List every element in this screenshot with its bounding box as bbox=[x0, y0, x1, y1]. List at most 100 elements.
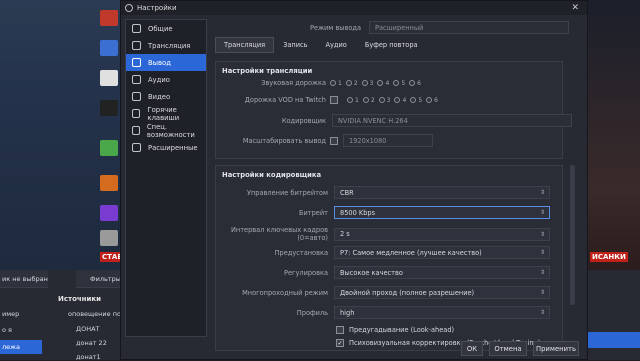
settings-main: Режим вывода Расширенный Трансляция Запи… bbox=[211, 15, 583, 359]
sidebar-item-general[interactable]: Общие bbox=[126, 20, 206, 37]
desktop-icon[interactable] bbox=[100, 10, 118, 26]
encoder-settings-group: Настройки кодировщика Управление битрейт… bbox=[215, 165, 563, 351]
tuning-row: Регулировка Высокое качество ⇕ bbox=[216, 266, 550, 279]
desktop-icon[interactable] bbox=[100, 100, 118, 116]
spin-arrows-icon[interactable]: ⇕ bbox=[540, 209, 545, 216]
multipass-label: Многопроходный режим bbox=[242, 288, 328, 297]
rescale-select[interactable]: 1920x1080 bbox=[343, 134, 433, 147]
desktop-icon[interactable] bbox=[100, 140, 118, 156]
bitrate-spinbox[interactable]: 8500 Kbps ⇕ bbox=[334, 206, 550, 219]
vod-track-radio[interactable] bbox=[378, 97, 385, 103]
sidebar-item-accessibility[interactable]: Спец. возможности bbox=[126, 122, 206, 139]
profile-select[interactable]: high ⇕ bbox=[334, 306, 550, 319]
scene-bar: ик не выбран bbox=[0, 270, 48, 288]
track-number: 4 bbox=[402, 96, 407, 104]
audio-track-radio[interactable] bbox=[409, 80, 416, 86]
bitrate-row: Битрейт 8500 Kbps ⇕ bbox=[216, 206, 550, 219]
sidebar-item-label: Расширенные bbox=[148, 143, 198, 152]
window-title: Настройки bbox=[137, 4, 177, 12]
desktop-background-right: ИСАНКИ bbox=[588, 0, 640, 270]
vod-track-radio[interactable] bbox=[362, 97, 369, 103]
accessibility-icon bbox=[132, 126, 140, 135]
rate-control-select[interactable]: CBR ⇕ bbox=[334, 186, 550, 199]
desktop-icon[interactable] bbox=[100, 175, 118, 191]
scene-item[interactable]: о я bbox=[2, 326, 12, 334]
keyframe-label: Интервал ключевых кадров (0=авто) bbox=[230, 226, 328, 242]
vod-track-radio[interactable] bbox=[426, 97, 433, 103]
spin-arrows-icon[interactable]: ⇕ bbox=[540, 231, 545, 238]
rate-control-row: Управление битрейтом CBR ⇕ bbox=[216, 186, 550, 199]
desktop-icon[interactable] bbox=[100, 230, 118, 246]
desktop-icon[interactable] bbox=[100, 70, 118, 86]
profile-row: Профиль high ⇕ bbox=[216, 306, 550, 319]
output-tabs: Трансляция Запись Аудио Буфер повтора bbox=[215, 37, 427, 53]
vod-track-radio[interactable] bbox=[410, 97, 417, 103]
chevron-updown-icon: ⇕ bbox=[539, 269, 545, 276]
chevron-updown-icon: ⇕ bbox=[539, 309, 545, 316]
apply-button[interactable]: Применить bbox=[533, 341, 579, 356]
multipass-value: Двойной проход (полное разрешение) bbox=[340, 288, 475, 297]
tab-recording[interactable]: Запись bbox=[274, 37, 316, 53]
audio-track-radio[interactable] bbox=[377, 80, 384, 86]
audio-track-radio[interactable] bbox=[361, 80, 368, 86]
track-number: 2 bbox=[370, 96, 375, 104]
source-item[interactable]: оповещение по bbox=[68, 310, 121, 318]
chevron-updown-icon: ⇕ bbox=[539, 289, 545, 296]
audio-track-radio[interactable] bbox=[393, 80, 400, 86]
vod-track-radio[interactable] bbox=[347, 97, 353, 103]
encoder-settings-title: Настройки кодировщика bbox=[222, 171, 322, 179]
encoder-row: Кодировщик NVIDIA NVENC H.264 bbox=[216, 114, 572, 127]
chevron-updown-icon: ⇕ bbox=[539, 189, 545, 196]
output-mode-select[interactable]: Расширенный bbox=[369, 21, 569, 34]
sidebar-item-hotkeys[interactable]: Горячие клавиши bbox=[126, 105, 206, 122]
source-item[interactable]: ДОНАТ bbox=[76, 325, 100, 333]
sidebar-item-label: Аудио bbox=[148, 75, 170, 84]
scene-item[interactable]: имер bbox=[2, 310, 19, 318]
track-number: 5 bbox=[418, 96, 423, 104]
sidebar-item-label: Общие bbox=[148, 24, 173, 33]
close-icon[interactable]: ✕ bbox=[571, 3, 579, 13]
scene-item-selected[interactable]: лежа bbox=[0, 340, 42, 354]
sidebar-item-advanced[interactable]: Расширенные bbox=[126, 139, 206, 156]
keyframe-row: Интервал ключевых кадров (0=авто) 2 s ⇕ bbox=[216, 226, 550, 242]
gear-icon bbox=[132, 24, 141, 33]
sidebar-item-video[interactable]: Видео bbox=[126, 88, 206, 105]
keyboard-icon bbox=[132, 109, 141, 118]
vod-track-checkbox[interactable] bbox=[330, 96, 338, 104]
track-number: 5 bbox=[401, 79, 406, 87]
lookahead-checkbox[interactable] bbox=[336, 326, 344, 334]
sidebar-item-label: Трансляция bbox=[148, 41, 191, 50]
desktop-icon[interactable] bbox=[100, 205, 118, 221]
sidebar-item-audio[interactable]: Аудио bbox=[126, 71, 206, 88]
sidebar-item-output[interactable]: Вывод bbox=[126, 54, 206, 71]
audio-track-radio[interactable] bbox=[330, 80, 336, 86]
audio-track-radio[interactable] bbox=[345, 80, 352, 86]
sidebar-item-label: Горячие клавиши bbox=[147, 105, 180, 122]
track-number: 3 bbox=[386, 96, 391, 104]
rescale-checkbox[interactable] bbox=[330, 136, 338, 145]
desktop-banner-right: ИСАНКИ bbox=[590, 252, 628, 262]
track-number: 2 bbox=[353, 79, 358, 87]
desktop-icon[interactable] bbox=[100, 40, 118, 56]
ok-button[interactable]: ОК bbox=[461, 341, 483, 356]
tab-stream[interactable]: Трансляция bbox=[215, 37, 275, 53]
track-number: 6 bbox=[434, 96, 438, 104]
settings-scrollbar[interactable] bbox=[570, 165, 575, 305]
tab-audio[interactable]: Аудио bbox=[317, 37, 356, 53]
preset-select[interactable]: P7: Самое медленное (лучшее качество) ⇕ bbox=[334, 246, 550, 259]
filters-button[interactable]: Фильтры bbox=[90, 275, 121, 283]
psycho-checkbox[interactable]: ✓ bbox=[336, 339, 344, 347]
obs-logo-icon bbox=[125, 4, 133, 12]
source-item[interactable]: донат 22 bbox=[76, 339, 107, 347]
rate-control-value: CBR bbox=[340, 188, 354, 197]
keyframe-spinbox[interactable]: 2 s ⇕ bbox=[334, 227, 550, 241]
cancel-button[interactable]: Отмена bbox=[489, 341, 527, 356]
multipass-row: Многопроходный режим Двойной проход (пол… bbox=[216, 286, 550, 299]
multipass-select[interactable]: Двойной проход (полное разрешение) ⇕ bbox=[334, 286, 550, 299]
tab-replay-buffer[interactable]: Буфер повтора bbox=[356, 37, 427, 53]
vod-track-radio[interactable] bbox=[394, 97, 401, 103]
sidebar-item-stream[interactable]: Трансляция bbox=[126, 37, 206, 54]
encoder-select[interactable]: NVIDIA NVENC H.264 bbox=[332, 114, 572, 127]
bitrate-value: 8500 Kbps bbox=[340, 208, 376, 217]
tuning-select[interactable]: Высокое качество ⇕ bbox=[334, 266, 550, 279]
